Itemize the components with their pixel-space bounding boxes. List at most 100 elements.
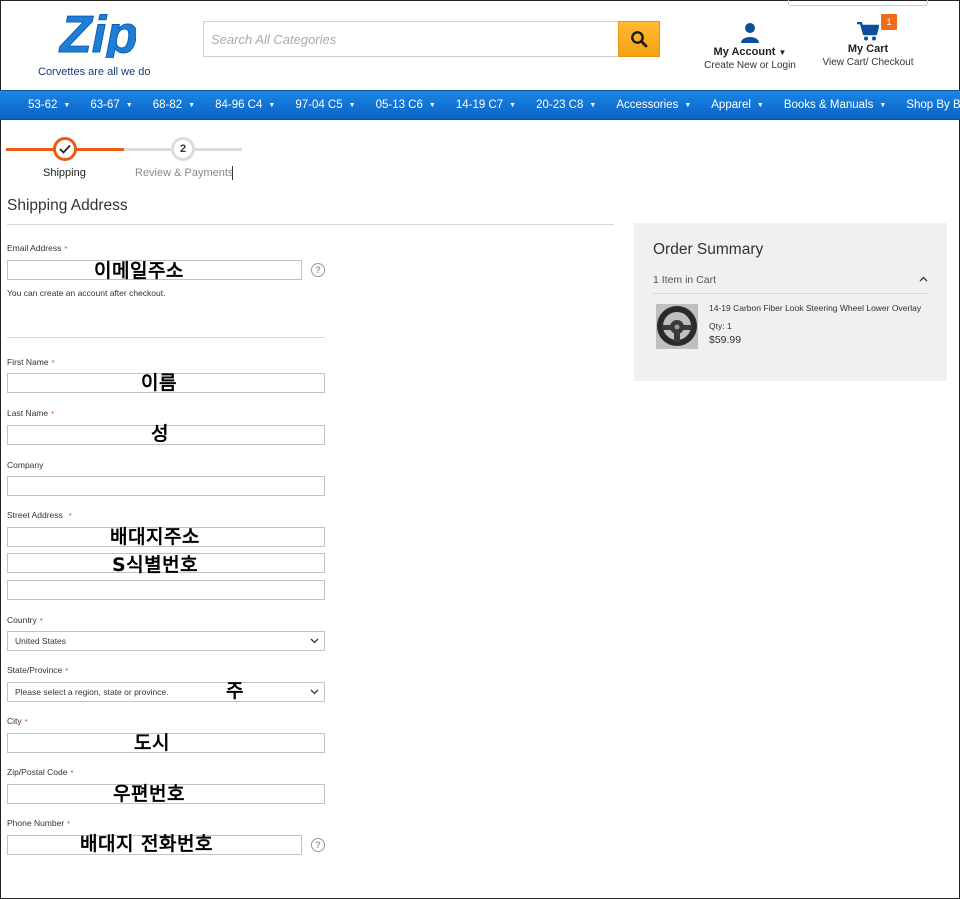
nav-item-label: 14-19 C7	[455, 99, 504, 111]
last-name-label: Last Name *	[7, 408, 55, 418]
caret-down-icon: ▼	[589, 101, 597, 109]
caret-down-icon: ▼	[509, 101, 517, 109]
nav-item[interactable]: Accessories ▼	[604, 90, 699, 120]
chevron-down-icon	[310, 689, 319, 695]
check-icon	[59, 144, 71, 154]
nav-item-label: Books & Manuals	[783, 99, 874, 111]
my-account-menu[interactable]: My Account ▼ Create New or Login	[700, 22, 800, 71]
page-frame	[0, 0, 960, 899]
step-review-circle[interactable]: 2	[171, 137, 195, 161]
site-header: Zip Corvettes are all we do My Account ▼…	[0, 0, 960, 90]
caret-down-icon: ▼	[756, 101, 764, 109]
step-shipping-circle[interactable]	[53, 137, 77, 161]
step-review-label[interactable]: Review & Payments	[135, 167, 233, 179]
main-nav: 53-62 ▼ 63-67 ▼ 68-82 ▼ 84-96 C4 ▼ 97-04 C5 ▼ 05-1…	[0, 90, 960, 120]
nav-item[interactable]: Shop By Brand▼	[894, 90, 960, 120]
product-thumbnail[interactable]	[656, 304, 698, 349]
form-divider	[7, 337, 325, 338]
company-label: Company	[7, 460, 44, 470]
items-in-cart-toggle[interactable]: 1 Item in Cart	[653, 274, 716, 286]
nav-item[interactable]: Books & Manuals ▼	[772, 90, 894, 120]
checkout-progress: 2 Shipping Review & Payments	[6, 136, 246, 186]
country-select[interactable]: United States	[7, 631, 325, 651]
required-mark: *	[24, 717, 28, 726]
nav-item[interactable]: 14-19 C7 ▼	[444, 90, 524, 120]
caret-down-icon: ▼	[268, 101, 276, 109]
state-label: State/Province *	[7, 665, 69, 675]
user-icon	[741, 23, 759, 43]
required-mark: *	[64, 244, 68, 253]
state-overlay-text: 주	[226, 680, 244, 702]
country-label: Country *	[7, 615, 43, 625]
caret-down-icon: ▼	[684, 101, 692, 109]
required-mark: *	[70, 768, 74, 777]
required-mark: *	[65, 666, 69, 675]
search-input[interactable]	[203, 21, 619, 57]
caret-down-icon: ▼	[348, 101, 356, 109]
caret-down-icon: ▼	[428, 101, 436, 109]
product-qty: Qty: 1	[709, 321, 732, 331]
first-name-label: First Name *	[7, 357, 55, 367]
caret-down-icon: ▼	[63, 101, 71, 109]
nav-item[interactable]: 84-96 C4 ▼	[203, 90, 283, 120]
caret-down-icon: ▼	[879, 101, 887, 109]
steering-wheel-image	[656, 304, 698, 349]
nav-item-label: 84-96 C4	[215, 99, 263, 111]
cart-sub[interactable]: View Cart/ Checkout	[818, 57, 918, 68]
shipping-address-title: Shipping Address	[7, 197, 128, 214]
nav-item-label: Apparel	[711, 99, 751, 111]
zip-label: Zip/Postal Code *	[7, 767, 74, 777]
step-shipping-label[interactable]: Shipping	[43, 167, 86, 179]
street-label: Street Address *	[7, 510, 72, 520]
city-overlay-text: 도시	[134, 732, 170, 754]
caret-down-icon: ▼	[125, 101, 133, 109]
search-button[interactable]	[618, 21, 660, 57]
chevron-up-icon[interactable]	[919, 275, 928, 284]
cart-title: My Cart	[847, 43, 889, 55]
nav-item-label: 53-62	[28, 99, 58, 111]
state-select[interactable]: Please select a region, state or provinc…	[7, 682, 325, 702]
zip-overlay-text: 우편번호	[113, 783, 185, 805]
email-note: You can create an account after checkout…	[7, 288, 166, 298]
logo-wordmark: Zip	[58, 8, 136, 58]
company-field[interactable]	[7, 476, 325, 496]
email-label: Email Address *	[7, 243, 68, 253]
required-mark: *	[67, 819, 71, 828]
nav-item[interactable]: 20-23 C8 ▼	[524, 90, 604, 120]
city-label: City *	[7, 716, 28, 726]
nav-item[interactable]: 63-67 ▼	[78, 90, 140, 120]
nav-item[interactable]: 05-13 C6 ▼	[364, 90, 444, 120]
help-icon[interactable]: ?	[311, 838, 325, 852]
required-mark: *	[51, 409, 55, 418]
first-name-overlay-text: 이름	[141, 372, 177, 394]
last-name-overlay-text: 성	[151, 423, 169, 445]
nav-item-label: 97-04 C5	[295, 99, 343, 111]
product-name[interactable]: 14-19 Carbon Fiber Look Steering Wheel L…	[709, 303, 921, 313]
search-bar	[203, 21, 660, 57]
nav-item[interactable]: 53-62 ▼	[16, 90, 78, 120]
caret-down-icon: ▼	[188, 101, 196, 109]
nav-item-label: 63-67	[90, 99, 120, 111]
nav-item[interactable]: Apparel ▼	[699, 90, 772, 120]
required-mark: *	[68, 511, 72, 520]
cart-icon	[857, 22, 879, 41]
required-mark: *	[51, 358, 55, 367]
my-cart[interactable]: 1 My Cart View Cart/ Checkout	[818, 14, 918, 68]
text-cursor	[232, 166, 233, 180]
summary-divider	[653, 293, 929, 294]
street-line-3-field[interactable]	[7, 580, 325, 600]
search-icon	[631, 31, 648, 48]
nav-item[interactable]: 97-04 C5 ▼	[283, 90, 363, 120]
help-icon[interactable]: ?	[311, 263, 325, 277]
cart-count-badge: 1	[881, 14, 897, 30]
nav-item-label: 05-13 C6	[375, 99, 423, 111]
email-overlay-text: 이메일주소	[94, 260, 184, 282]
nav-item[interactable]: 68-82 ▼	[141, 90, 203, 120]
caret-down-icon: ▼	[778, 48, 787, 57]
title-divider	[7, 224, 614, 225]
account-sub[interactable]: Create New or Login	[700, 60, 800, 71]
account-title: My Account	[713, 46, 776, 58]
zip-logo[interactable]: Zip	[58, 8, 136, 58]
phone-label: Phone Number *	[7, 818, 71, 828]
top-utility-box	[788, 0, 928, 6]
